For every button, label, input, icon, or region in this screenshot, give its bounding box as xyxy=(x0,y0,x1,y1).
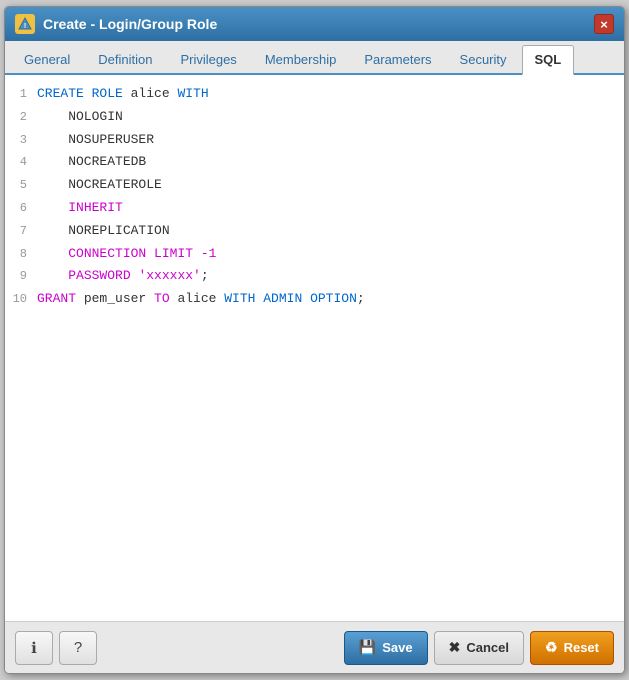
tab-security[interactable]: Security xyxy=(447,45,520,73)
app-icon: ! xyxy=(15,14,35,34)
help-button[interactable]: ? xyxy=(59,631,97,665)
save-button[interactable]: 💾 Save xyxy=(344,631,428,665)
cancel-icon: ✖ xyxy=(449,639,461,656)
tab-general[interactable]: General xyxy=(11,45,83,73)
title-bar: ! Create - Login/Group Role × xyxy=(5,7,624,41)
dialog-title: Create - Login/Group Role xyxy=(43,16,217,32)
code-editor[interactable]: 1 CREATE ROLE alice WITH 2 NOLOGIN 3 NOS… xyxy=(5,75,624,621)
dialog-window: ! Create - Login/Group Role × General De… xyxy=(4,6,625,674)
code-line-10: 10 GRANT pem_user TO alice WITH ADMIN OP… xyxy=(5,288,624,311)
code-line-4: 4 NOCREATEDB xyxy=(5,151,624,174)
svg-text:!: ! xyxy=(24,23,26,30)
tab-privileges[interactable]: Privileges xyxy=(167,45,249,73)
code-line-5: 5 NOCREATEROLE xyxy=(5,174,624,197)
code-line-1: 1 CREATE ROLE alice WITH xyxy=(5,83,624,106)
tab-definition[interactable]: Definition xyxy=(85,45,165,73)
tab-membership[interactable]: Membership xyxy=(252,45,350,73)
title-bar-left: ! Create - Login/Group Role xyxy=(15,14,217,34)
code-line-8: 8 CONNECTION LIMIT -1 xyxy=(5,243,624,266)
dialog-footer: ℹ ? 💾 Save ✖ Cancel ♻ Reset xyxy=(5,621,624,673)
save-icon: 💾 xyxy=(359,639,376,656)
tab-sql[interactable]: SQL xyxy=(522,45,575,75)
code-line-3: 3 NOSUPERUSER xyxy=(5,129,624,152)
reset-icon: ♻ xyxy=(545,639,558,656)
close-button[interactable]: × xyxy=(594,14,614,34)
code-line-6: 6 INHERIT xyxy=(5,197,624,220)
code-line-9: 9 PASSWORD 'xxxxxx'; xyxy=(5,265,624,288)
info-button[interactable]: ℹ xyxy=(15,631,53,665)
code-line-2: 2 NOLOGIN xyxy=(5,106,624,129)
reset-button[interactable]: ♻ Reset xyxy=(530,631,614,665)
footer-right-buttons: 💾 Save ✖ Cancel ♻ Reset xyxy=(344,631,614,665)
sql-content-area: 1 CREATE ROLE alice WITH 2 NOLOGIN 3 NOS… xyxy=(5,75,624,621)
code-line-7: 7 NOREPLICATION xyxy=(5,220,624,243)
footer-left-buttons: ℹ ? xyxy=(15,631,97,665)
tab-bar: General Definition Privileges Membership… xyxy=(5,41,624,75)
cancel-button[interactable]: ✖ Cancel xyxy=(434,631,524,665)
tab-parameters[interactable]: Parameters xyxy=(351,45,444,73)
